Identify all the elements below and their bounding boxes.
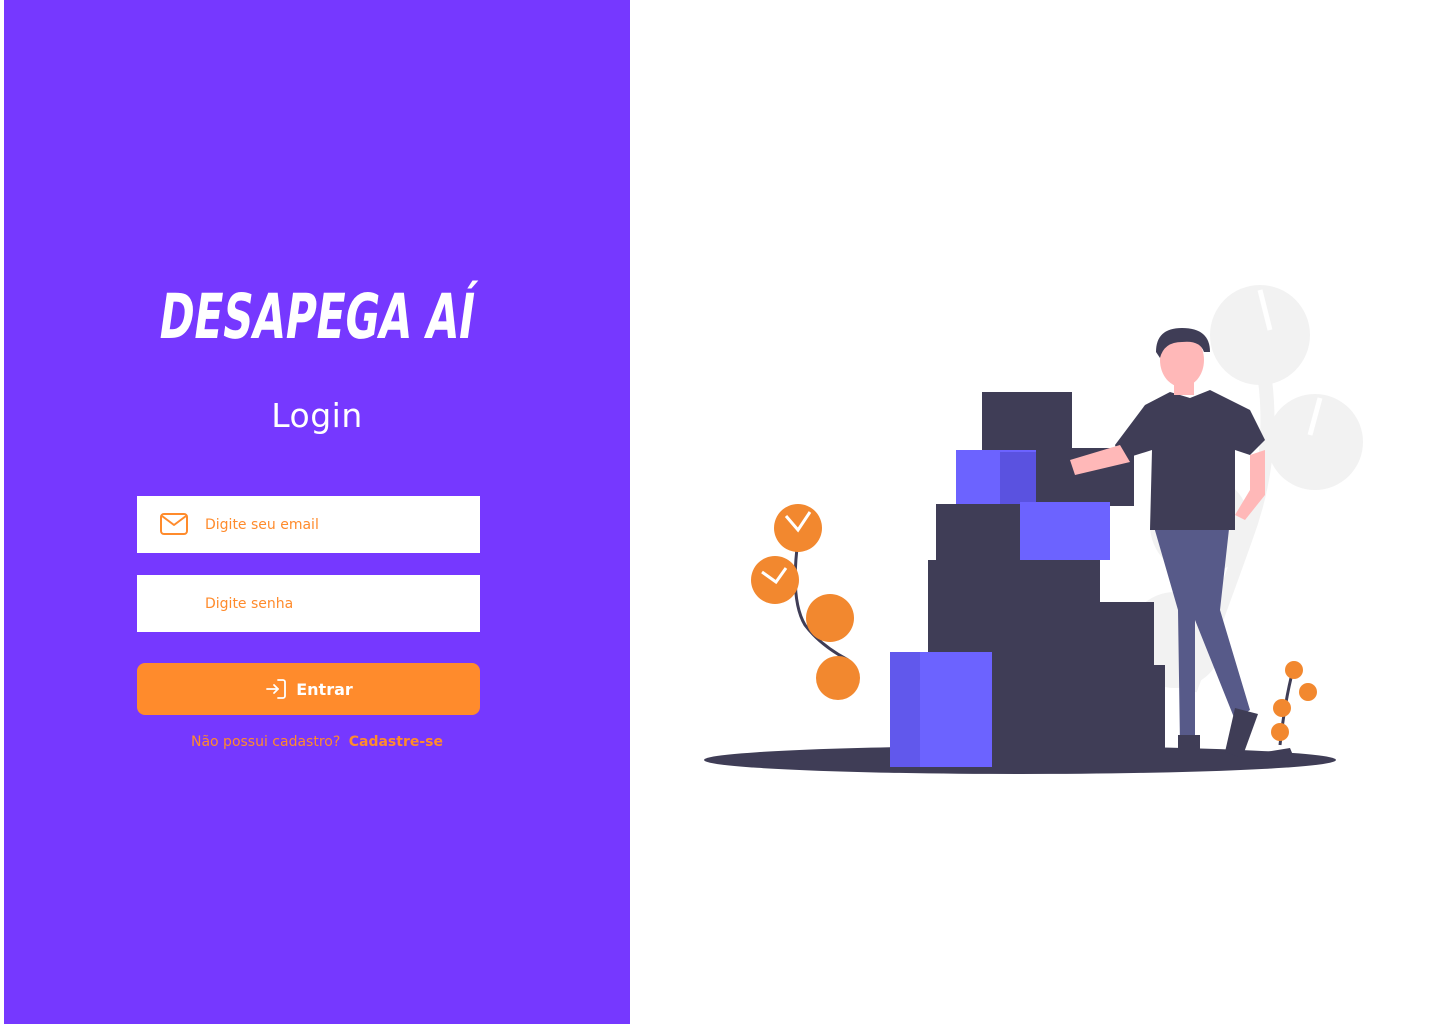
brand-logo: DESAPEGA AÍ bbox=[155, 280, 480, 348]
email-input[interactable] bbox=[205, 496, 465, 553]
right-orange-plant bbox=[1265, 661, 1317, 760]
illustration-panel bbox=[630, 0, 1440, 1024]
signup-link[interactable]: Cadastre-se bbox=[349, 734, 443, 750]
login-title: Login bbox=[271, 396, 363, 435]
password-field[interactable] bbox=[137, 575, 480, 632]
mail-icon bbox=[160, 513, 188, 535]
enter-button[interactable]: Entrar bbox=[137, 663, 480, 715]
enter-button-label: Entrar bbox=[296, 679, 353, 699]
person-with-boxes-illustration bbox=[704, 285, 1363, 774]
email-field[interactable] bbox=[137, 496, 480, 553]
svg-text:DESAPEGA AÍ: DESAPEGA AÍ bbox=[155, 280, 480, 348]
login-icon bbox=[266, 679, 287, 699]
signup-row: Não possui cadastro? Cadastre-se bbox=[4, 734, 630, 750]
password-input[interactable] bbox=[205, 575, 465, 632]
signup-prompt: Não possui cadastro? bbox=[190, 734, 341, 750]
login-panel: DESAPEGA AÍ Login Entrar Não possui cada… bbox=[4, 0, 630, 1024]
left-orange-plant bbox=[751, 504, 860, 700]
